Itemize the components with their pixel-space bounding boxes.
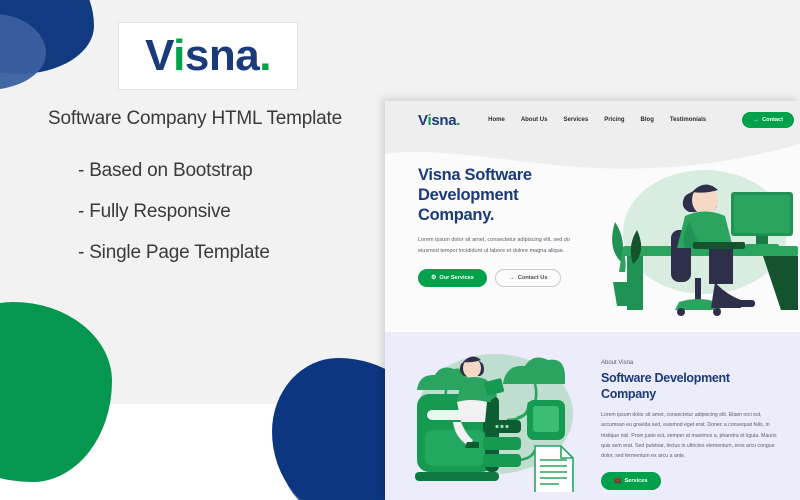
about-title-line-2: Company [601, 386, 656, 401]
contact-us-button-label: Contact Us [517, 274, 548, 281]
about-illustration [385, 332, 597, 500]
hero-title-line-3: Company. [418, 206, 495, 225]
briefcase-icon: 💼 [614, 477, 622, 484]
contact-us-button[interactable]: → Contact Us [494, 268, 562, 287]
nav-item-services[interactable]: Services [563, 117, 588, 123]
about-title: Software Development Company [601, 371, 782, 402]
nav-item-home[interactable]: Home [488, 117, 505, 123]
services-button-label: Services [624, 477, 648, 484]
list-item: - Fully Responsive [78, 201, 231, 222]
about-copy: About Visna Software Development Company… [597, 332, 800, 500]
about-paragraph: Lorem ipsum dolor sit amet, consectetur … [601, 412, 777, 459]
site-logo-suffix: sna [431, 111, 457, 129]
decorative-navy-blob-bottom [272, 358, 390, 500]
brand-logo-wordmark: Visna. [145, 34, 271, 78]
site-logo-dot: . [456, 111, 461, 129]
list-item: - Single Page Template [78, 242, 270, 263]
hero-paragraph: Lorem ipsum dolor sit amet, consectetur … [418, 237, 570, 254]
hero-copy: Visna Software Development Company. Lore… [385, 139, 575, 332]
nav-item-blog[interactable]: Blog [641, 117, 654, 123]
hero-illustration [575, 139, 800, 332]
our-services-button-label: Our Services [439, 274, 474, 281]
hero-button-group: ⚙ Our Services → Contact Us [418, 268, 575, 287]
about-button-wrap: 💼 Services [601, 471, 661, 490]
logo-prefix: V [145, 31, 174, 80]
hero-title-line-1: Visna Software [418, 166, 532, 184]
contact-button-label: Contact [762, 117, 783, 123]
arrow-right-icon: → [753, 117, 760, 123]
logo-accent-letter: i [173, 31, 185, 80]
our-services-button[interactable]: ⚙ Our Services [418, 268, 487, 287]
brand-logo-box: Visna. [118, 22, 298, 90]
site-logo[interactable]: Visna. [418, 112, 460, 129]
about-title-line-1: Software Development [601, 371, 730, 385]
hero-section: Visna Software Development Company. Lore… [385, 139, 800, 332]
promo-banner: Visna. Software Company HTML Template - … [0, 0, 800, 500]
gear-icon: ⚙ [431, 274, 437, 281]
promo-subtitle: Software Company HTML Template [48, 108, 342, 129]
hero-title: Visna Software Development Company. [418, 165, 575, 225]
logo-suffix: sna [184, 31, 260, 80]
arrow-right-icon: → [508, 274, 515, 281]
nav-item-pricing[interactable]: Pricing [604, 117, 624, 123]
main-navigation: Home About Us Services Pricing Blog Test… [488, 112, 794, 128]
list-item: - Based on Bootstrap [78, 160, 253, 181]
logo-dot: . [259, 31, 271, 80]
contact-button[interactable]: → Contact [742, 112, 794, 128]
nav-item-about-us[interactable]: About Us [521, 117, 548, 123]
about-section: About Visna Software Development Company… [385, 332, 800, 500]
website-preview-mockup: Visna. Home About Us Services Pricing Bl… [385, 101, 800, 500]
services-button[interactable]: 💼 Services [601, 471, 661, 490]
promo-left-panel: Visna. Software Company HTML Template - … [0, 0, 390, 500]
site-header: Visna. Home About Us Services Pricing Bl… [385, 101, 800, 139]
hero-title-line-2: Development [418, 186, 519, 205]
about-eyebrow: About Visna [601, 360, 634, 366]
promo-feature-list: - Based on Bootstrap - Fully Responsive … [78, 160, 378, 283]
nav-item-testimonials[interactable]: Testimonials [670, 117, 706, 123]
